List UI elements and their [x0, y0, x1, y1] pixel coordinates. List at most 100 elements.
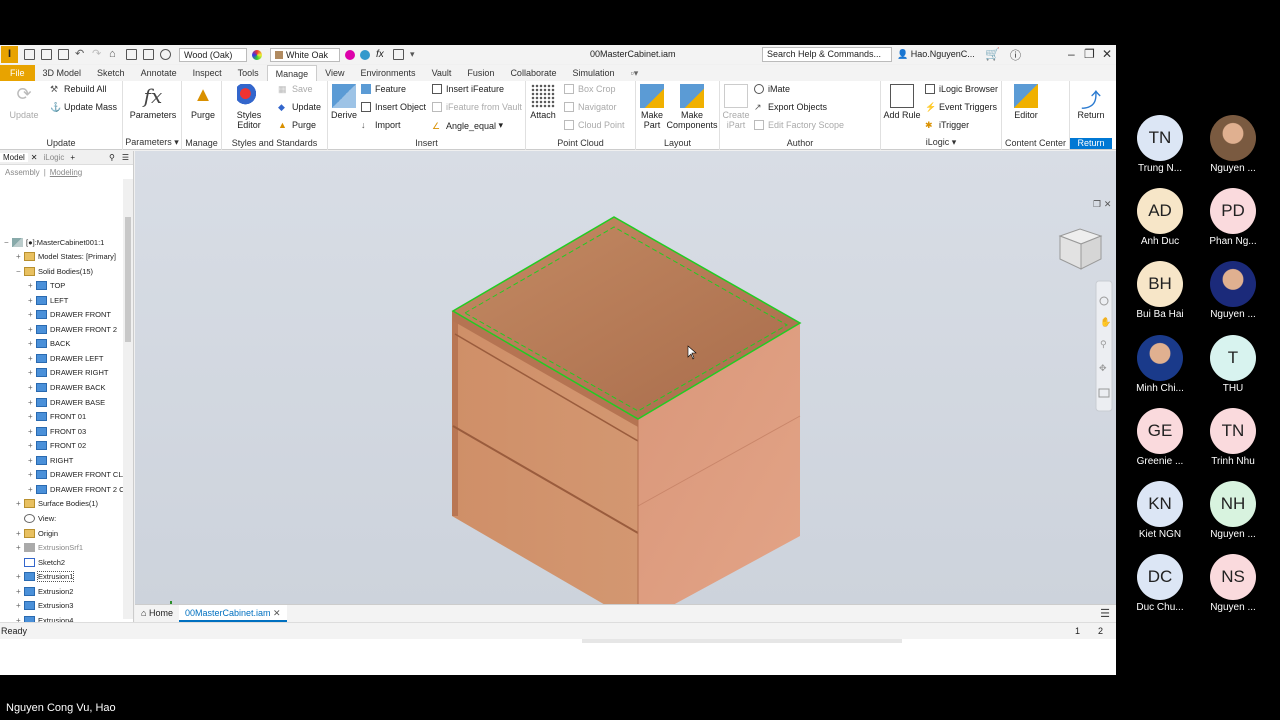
tab-fusion[interactable]: Fusion — [459, 65, 502, 81]
tree-item[interactable]: View: — [16, 511, 56, 525]
participant-tile[interactable]: NS Nguyen ... — [1201, 554, 1265, 613]
styles-purge-button[interactable]: ▲ Purge — [278, 120, 316, 130]
restore-button[interactable]: ❐ — [1084, 47, 1095, 61]
redo-icon[interactable]: ↷ — [92, 49, 103, 60]
cabinet-model[interactable] — [451, 216, 802, 624]
browser-tab-ilogic[interactable]: iLogic — [41, 153, 68, 162]
tree-item[interactable]: + Origin — [16, 526, 58, 540]
browser-add-tab-icon[interactable]: + — [67, 153, 78, 162]
active-document-tab[interactable]: 00MasterCabinet.iam ✕ — [178, 605, 287, 622]
expand-icon[interactable]: + — [16, 587, 24, 596]
fx-icon[interactable]: fx — [376, 49, 387, 60]
color-override-icon[interactable] — [345, 49, 355, 60]
navigator-button[interactable]: Navigator — [564, 102, 617, 112]
participant-tile[interactable]: GE Greenie ... — [1128, 407, 1192, 467]
styles-editor-button[interactable]: Styles Editor — [224, 84, 274, 130]
document-tabs-menu-icon[interactable]: ☰ — [1100, 607, 1110, 620]
browser-scrollbar[interactable] — [123, 179, 133, 619]
viewport-canvas[interactable]: ✋ ⚲ ✥ ❐ ✕ — [135, 151, 1116, 624]
tree-item[interactable]: + FRONT 01 — [28, 410, 86, 424]
cart-icon[interactable]: 🛒 — [985, 47, 1000, 61]
styles-update-button[interactable]: ◆ Update — [278, 102, 321, 112]
select-icon[interactable] — [126, 49, 137, 60]
expand-icon[interactable]: + — [28, 368, 36, 377]
event-triggers-button[interactable]: ⚡ Event Triggers — [925, 102, 997, 112]
help-search-input[interactable]: Search Help & Commands... — [762, 47, 892, 62]
expand-icon[interactable]: + — [28, 354, 36, 363]
measure-icon[interactable] — [393, 49, 404, 60]
tab-vault[interactable]: Vault — [424, 65, 460, 81]
participant-tile[interactable]: NH Nguyen ... — [1201, 481, 1265, 540]
insert-ifeature-button[interactable]: Insert iFeature — [432, 84, 504, 94]
ribbon-display-toggle-icon[interactable]: ▫▾ — [623, 65, 647, 81]
cc-editor-button[interactable]: Editor — [1006, 84, 1046, 120]
tab-file[interactable]: File — [0, 65, 35, 81]
tab-3d-model[interactable]: 3D Model — [35, 65, 90, 81]
minimize-button[interactable]: – — [1068, 47, 1075, 61]
participant-tile[interactable]: TN Trinh Nhu — [1201, 407, 1265, 467]
participant-tile[interactable]: PD Phan Ng... — [1201, 188, 1265, 247]
make-components-button[interactable]: Make Components — [666, 84, 718, 130]
home-icon[interactable]: ⌂ — [109, 49, 120, 60]
tree-item[interactable]: + DRAWER BACK — [28, 381, 106, 395]
panel-parameters-label[interactable]: Parameters ▾ — [123, 137, 181, 148]
import-button[interactable]: ↓ Import — [361, 120, 401, 130]
expand-icon[interactable]: + — [28, 398, 36, 407]
tree-item[interactable]: − [●]:MasterCabinet001:1 — [4, 235, 104, 249]
tab-simulation[interactable]: Simulation — [564, 65, 622, 81]
participant-tile[interactable]: AD Anh Duc — [1128, 188, 1192, 247]
imate-button[interactable]: iMate — [754, 84, 790, 94]
expand-icon[interactable]: + — [16, 252, 24, 261]
browser-scroll-thumb[interactable] — [125, 217, 131, 342]
new-file-icon[interactable] — [24, 49, 35, 60]
participant-tile[interactable]: Minh Chi... — [1128, 334, 1192, 394]
collapse-icon[interactable]: − — [16, 267, 24, 276]
tab-tools[interactable]: Tools — [230, 65, 267, 81]
viewport-restore-icon[interactable]: ❐ ✕ — [1093, 200, 1111, 210]
participant-tile[interactable]: BH Bui Ba Hai — [1128, 261, 1192, 320]
expand-icon[interactable]: + — [16, 601, 24, 610]
expand-icon[interactable]: + — [28, 281, 36, 290]
participant-tile[interactable]: TN Trung N... — [1128, 115, 1192, 174]
graphics-viewport[interactable]: ✋ ⚲ ✥ ❐ ✕ — [135, 151, 1116, 624]
tree-item[interactable]: + DRAWER BASE — [28, 395, 105, 409]
tree-item[interactable]: + DRAWER FRONT CLA: — [28, 468, 130, 482]
tree-item[interactable]: + DRAWER FRONT 2 — [28, 322, 117, 336]
expand-icon[interactable]: + — [28, 412, 36, 421]
tab-annotate[interactable]: Annotate — [133, 65, 185, 81]
derive-button[interactable]: Derive — [330, 84, 358, 120]
create-ipart-button[interactable]: Create iPart — [722, 84, 750, 130]
tree-item[interactable]: + Extrusion3 — [16, 599, 73, 613]
angle-equal-dropdown[interactable]: ∠ Angle_equal ▾ — [432, 120, 503, 131]
return-button[interactable]: ⤴ Return — [1072, 84, 1110, 120]
box-crop-button[interactable]: Box Crop — [564, 84, 616, 94]
material-dropdown[interactable]: Wood (Oak) — [179, 47, 247, 62]
tree-item[interactable]: + Extrusion1 — [16, 570, 75, 584]
expand-icon[interactable]: + — [28, 339, 36, 348]
browser-tab-model[interactable]: Model — [0, 153, 28, 162]
expand-icon[interactable]: + — [16, 543, 24, 552]
tab-environments[interactable]: Environments — [353, 65, 424, 81]
expand-icon[interactable]: + — [28, 325, 36, 334]
tree-item[interactable]: + BACK — [28, 337, 70, 351]
tree-item[interactable]: + FRONT 03 — [28, 424, 86, 438]
close-button[interactable]: ✕ — [1102, 47, 1112, 61]
user-account[interactable]: 👤 Hao.NguyenC... — [897, 49, 975, 60]
tree-item[interactable]: + ExtrusionSrf1 — [16, 541, 83, 555]
add-rule-button[interactable]: Add Rule — [883, 84, 921, 120]
browser-tab-close-icon[interactable]: ✕ — [28, 153, 41, 162]
cloud-point-button[interactable]: Cloud Point — [564, 120, 625, 130]
make-part-button[interactable]: Make Part — [637, 84, 667, 130]
browser-menu-icon[interactable]: ☰ — [118, 153, 133, 162]
ifeature-vault-button[interactable]: iFeature from Vault — [432, 102, 522, 112]
navigation-bar[interactable]: ✋ ⚲ ✥ — [1095, 280, 1113, 412]
customize-icon[interactable]: ▾ — [410, 49, 421, 60]
itrigger-button[interactable]: ✱ iTrigger — [925, 120, 969, 130]
expand-icon[interactable]: + — [16, 529, 24, 538]
browser-search-icon[interactable]: ⚲ — [106, 153, 118, 162]
tree-item[interactable]: + Extrusion2 — [16, 584, 73, 598]
participant-tile[interactable]: T THU — [1201, 334, 1265, 394]
tab-collaborate[interactable]: Collaborate — [502, 65, 564, 81]
tab-inspect[interactable]: Inspect — [185, 65, 230, 81]
expand-icon[interactable]: + — [28, 310, 36, 319]
